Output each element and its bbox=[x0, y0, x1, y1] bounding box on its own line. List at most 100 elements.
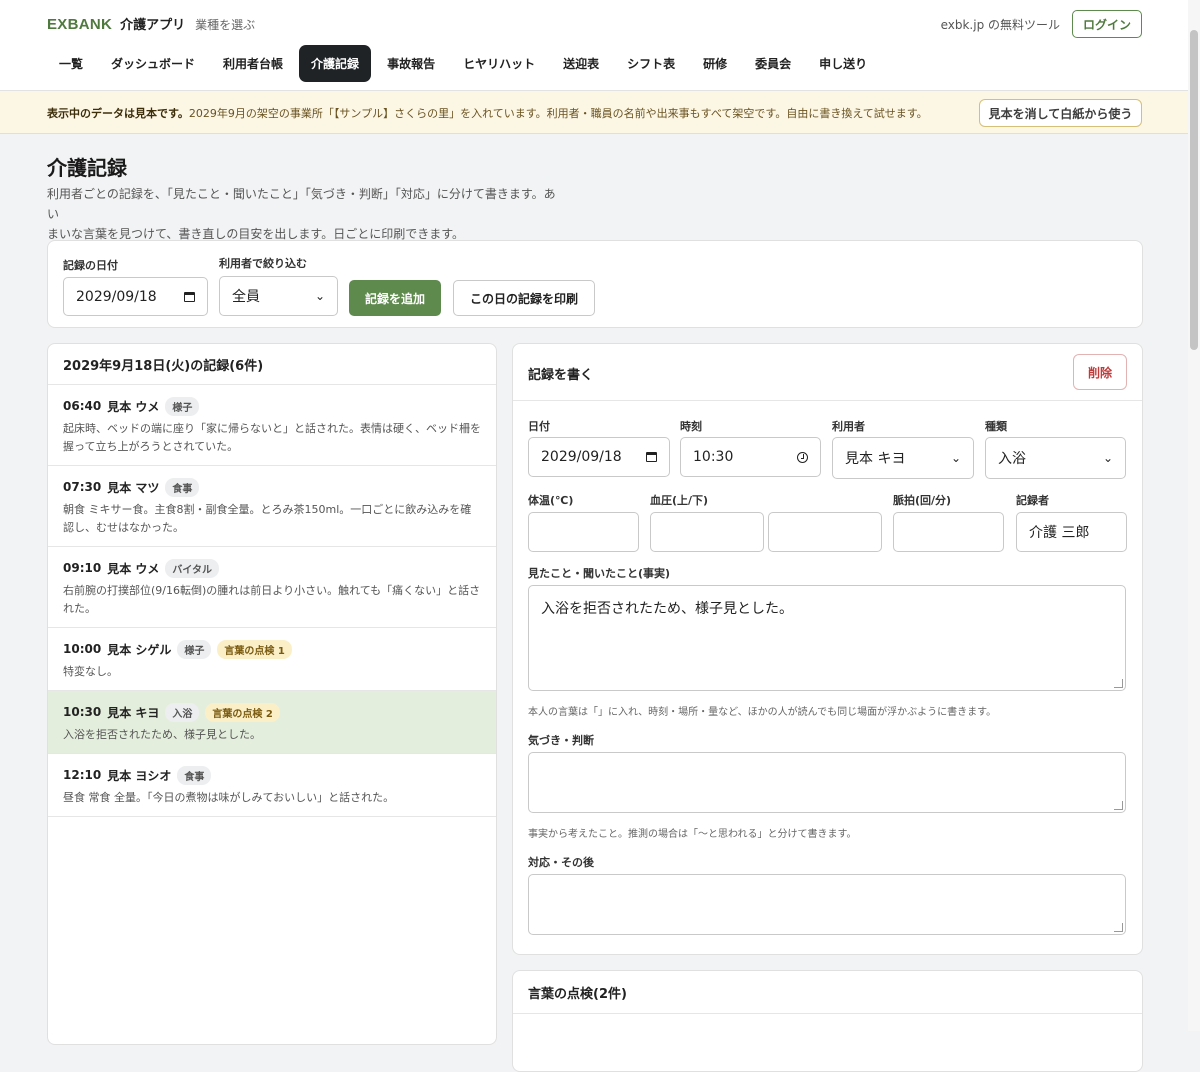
judgement-textarea[interactable] bbox=[528, 752, 1126, 813]
calendar-icon[interactable] bbox=[646, 452, 657, 462]
record-item[interactable]: 06:40 見本 ウメ 様子 起床時、ベッドの端に座り「家に帰らないと」と話された。表… bbox=[48, 385, 496, 466]
record-form-title: 記録を書く bbox=[528, 368, 594, 383]
record-body: 右前腕の打撲部位(9/16転倒)の腫れは前日より小さい。触れても「痛くない」と話… bbox=[63, 584, 481, 615]
tab-1[interactable]: ダッシュボード bbox=[99, 45, 207, 82]
record-type-tag: 食事 bbox=[177, 765, 212, 785]
resize-grip-icon[interactable] bbox=[1114, 801, 1123, 810]
brand: EXBANK 介護アプリ 業種を選ぶ bbox=[47, 14, 255, 33]
record-form-header: 記録を書く 削除 bbox=[513, 344, 1142, 401]
blood-pressure-label: 血圧(上/下) bbox=[650, 494, 709, 507]
record-user-name: 見本 シゲル bbox=[107, 642, 172, 657]
record-user-name: 見本 ヨシオ bbox=[107, 768, 172, 783]
scrollbar-thumb[interactable] bbox=[1190, 30, 1198, 350]
add-record-button[interactable]: 記録を追加 bbox=[349, 280, 441, 316]
top-header: EXBANK 介護アプリ 業種を選ぶ exbk.jp の無料ツール ログイン 一… bbox=[0, 0, 1200, 91]
record-time: 10:00 bbox=[63, 642, 102, 656]
word-check-badge: 言葉の点検 2 bbox=[205, 702, 280, 722]
form-date-input[interactable]: 2029/09/18 bbox=[528, 437, 670, 477]
record-time: 09:10 bbox=[63, 561, 102, 575]
record-item[interactable]: 10:30 見本 キヨ 入浴 言葉の点検 2 入浴を拒否されたため、様子見とした。 bbox=[48, 691, 496, 754]
tab-2[interactable]: 利用者台帳 bbox=[211, 45, 295, 82]
record-user-name: 見本 キヨ bbox=[107, 705, 160, 720]
chevron-down-icon: ⌄ bbox=[950, 451, 961, 465]
pulse-input[interactable] bbox=[893, 512, 1004, 552]
form-date-value: 2029/09/18 bbox=[541, 449, 622, 465]
tab-5[interactable]: ヒヤリハット bbox=[451, 45, 547, 82]
record-body: 入浴を拒否されたため、様子見とした。 bbox=[63, 728, 261, 741]
word-check-heading: 言葉の点検(2件) bbox=[513, 971, 1142, 1014]
page-title: 介護記録 bbox=[47, 156, 127, 180]
record-item[interactable]: 09:10 見本 ウメ バイタル右前腕の打撲部位(9/16転倒)の腫れは前日より小さ… bbox=[48, 547, 496, 628]
page-scrollbar[interactable] bbox=[1188, 0, 1200, 1031]
record-header: 09:10 見本 ウメ バイタル bbox=[63, 557, 481, 579]
record-type-tag: 入浴 bbox=[165, 702, 200, 722]
user-filter-label: 利用者で絞り込む bbox=[219, 257, 307, 270]
form-type-select[interactable]: 入浴 ⌄ bbox=[985, 437, 1126, 479]
record-header: 10:00 見本 シゲル 様子 言葉の点検 1 bbox=[63, 638, 481, 660]
record-item[interactable]: 10:00 見本 シゲル 様子 言葉の点検 1 特変なし。 bbox=[48, 628, 496, 691]
action-textarea[interactable] bbox=[528, 874, 1126, 935]
page-description: 利用者ごとの記録を、「見たこと・聞いたこと」「気づき・判断」「対応」に分けて書き… bbox=[47, 184, 567, 244]
banner-bold: 表示中のデータは見本です。 bbox=[47, 107, 189, 120]
clear-sample-button[interactable]: 見本を消して白紙から使う bbox=[979, 99, 1142, 127]
judgement-label: 気づき・判断 bbox=[528, 734, 594, 747]
date-filter-value: 2029/09/18 bbox=[76, 288, 157, 305]
date-filter-input[interactable]: 2029/09/18 bbox=[63, 277, 208, 316]
record-header: 12:10 見本 ヨシオ 食事 bbox=[63, 764, 481, 786]
tab-6[interactable]: 送迎表 bbox=[551, 45, 611, 82]
action-label: 対応・その後 bbox=[528, 856, 594, 869]
tab-4[interactable]: 事故報告 bbox=[375, 45, 447, 82]
record-body: 昼食 常食 全量。「今日の煮物は味がしみておいしい」と話された。 bbox=[63, 791, 395, 804]
calendar-icon[interactable] bbox=[184, 291, 195, 302]
tab-3[interactable]: 介護記録 bbox=[299, 45, 372, 82]
record-item[interactable]: 12:10 見本 ヨシオ 食事昼食 常食 全量。「今日の煮物は味がしみておいしい」と… bbox=[48, 754, 496, 817]
login-button[interactable]: ログイン bbox=[1072, 10, 1142, 38]
record-time: 12:10 bbox=[63, 768, 102, 782]
form-time-input[interactable]: 10:30 bbox=[680, 437, 821, 477]
tab-8[interactable]: 研修 bbox=[691, 45, 739, 82]
fact-label: 見たこと・聞いたこと(事実) bbox=[528, 567, 671, 580]
tab-0[interactable]: 一覧 bbox=[47, 45, 95, 82]
fact-value: 入浴を拒否されたため、様子見とした。 bbox=[541, 601, 793, 617]
free-tools-link[interactable]: exbk.jp の無料ツール bbox=[941, 16, 1060, 33]
record-body: 起床時、ベッドの端に座り「家に帰らないと」と話された。表情は硬く、ベッド柵を握っ… bbox=[63, 422, 481, 453]
recorder-value: 介護 三郎 bbox=[1029, 525, 1090, 541]
sample-data-banner: 表示中のデータは見本です。2029年9月の架空の事業所「【サンプル】さくらの里」… bbox=[0, 91, 1200, 134]
recorder-label: 記録者 bbox=[1016, 494, 1049, 507]
record-type-tag: バイタル bbox=[165, 558, 219, 578]
fact-hint: 本人の言葉は「」に入れ、時刻・場所・量など、ほかの人が読んでも同じ場面が浮かぶよ… bbox=[528, 707, 997, 718]
date-filter-label: 記録の日付 bbox=[63, 259, 118, 272]
record-list-heading: 2029年9月18日(火)の記録(6件) bbox=[48, 344, 496, 385]
record-form: 記録を書く 削除 日付 2029/09/18 時刻 10:30 利用者 見本 キ… bbox=[512, 343, 1143, 955]
pulse-label: 脈拍(回/分) bbox=[893, 494, 952, 507]
form-user-value: 見本 キヨ bbox=[845, 451, 906, 467]
filter-panel: 記録の日付 2029/09/18 利用者で絞り込む 全員 ⌄ 記録を追加 この日… bbox=[47, 240, 1143, 328]
chevron-down-icon: ⌄ bbox=[1102, 451, 1113, 465]
form-type-value: 入浴 bbox=[998, 451, 1026, 467]
recorder-input[interactable]: 介護 三郎 bbox=[1016, 512, 1127, 552]
brand-logo[interactable]: EXBANK bbox=[47, 16, 112, 33]
main-nav: 一覧 ダッシュボード 利用者台帳 介護記録 事故報告 ヒヤリハット 送迎表 シフト表 研修 委員会… bbox=[47, 45, 879, 82]
tab-7[interactable]: シフト表 bbox=[615, 45, 687, 82]
temperature-input[interactable] bbox=[528, 512, 639, 552]
resize-grip-icon[interactable] bbox=[1114, 923, 1123, 932]
record-type-tag: 食事 bbox=[165, 477, 200, 497]
tab-10[interactable]: 申し送り bbox=[807, 45, 879, 82]
temperature-label: 体温(℃) bbox=[528, 494, 574, 507]
record-header: 07:30 見本 マツ 食事 bbox=[63, 476, 481, 498]
fact-textarea[interactable]: 入浴を拒否されたため、様子見とした。 bbox=[528, 585, 1126, 691]
record-time: 06:40 bbox=[63, 399, 102, 413]
user-filter-select[interactable]: 全員 ⌄ bbox=[219, 276, 338, 316]
resize-grip-icon[interactable] bbox=[1114, 679, 1123, 688]
record-body: 朝食 ミキサー食。主食8割・副食全量。とろみ茶150ml。一口ごとに飲み込みを確… bbox=[63, 503, 472, 534]
record-user-name: 見本 ウメ bbox=[107, 561, 160, 576]
tab-9[interactable]: 委員会 bbox=[743, 45, 803, 82]
bp-systolic-input[interactable] bbox=[650, 512, 764, 552]
select-industry-link[interactable]: 業種を選ぶ bbox=[195, 16, 255, 33]
record-item[interactable]: 07:30 見本 マツ 食事朝食 ミキサー食。主食8割・副食全量。とろみ茶150ml… bbox=[48, 466, 496, 547]
form-user-select[interactable]: 見本 キヨ ⌄ bbox=[832, 437, 974, 479]
delete-button[interactable]: 削除 bbox=[1073, 354, 1127, 390]
clock-icon[interactable] bbox=[797, 451, 808, 463]
bp-diastolic-input[interactable] bbox=[768, 512, 882, 552]
print-day-button[interactable]: この日の記録を印刷 bbox=[453, 280, 595, 316]
